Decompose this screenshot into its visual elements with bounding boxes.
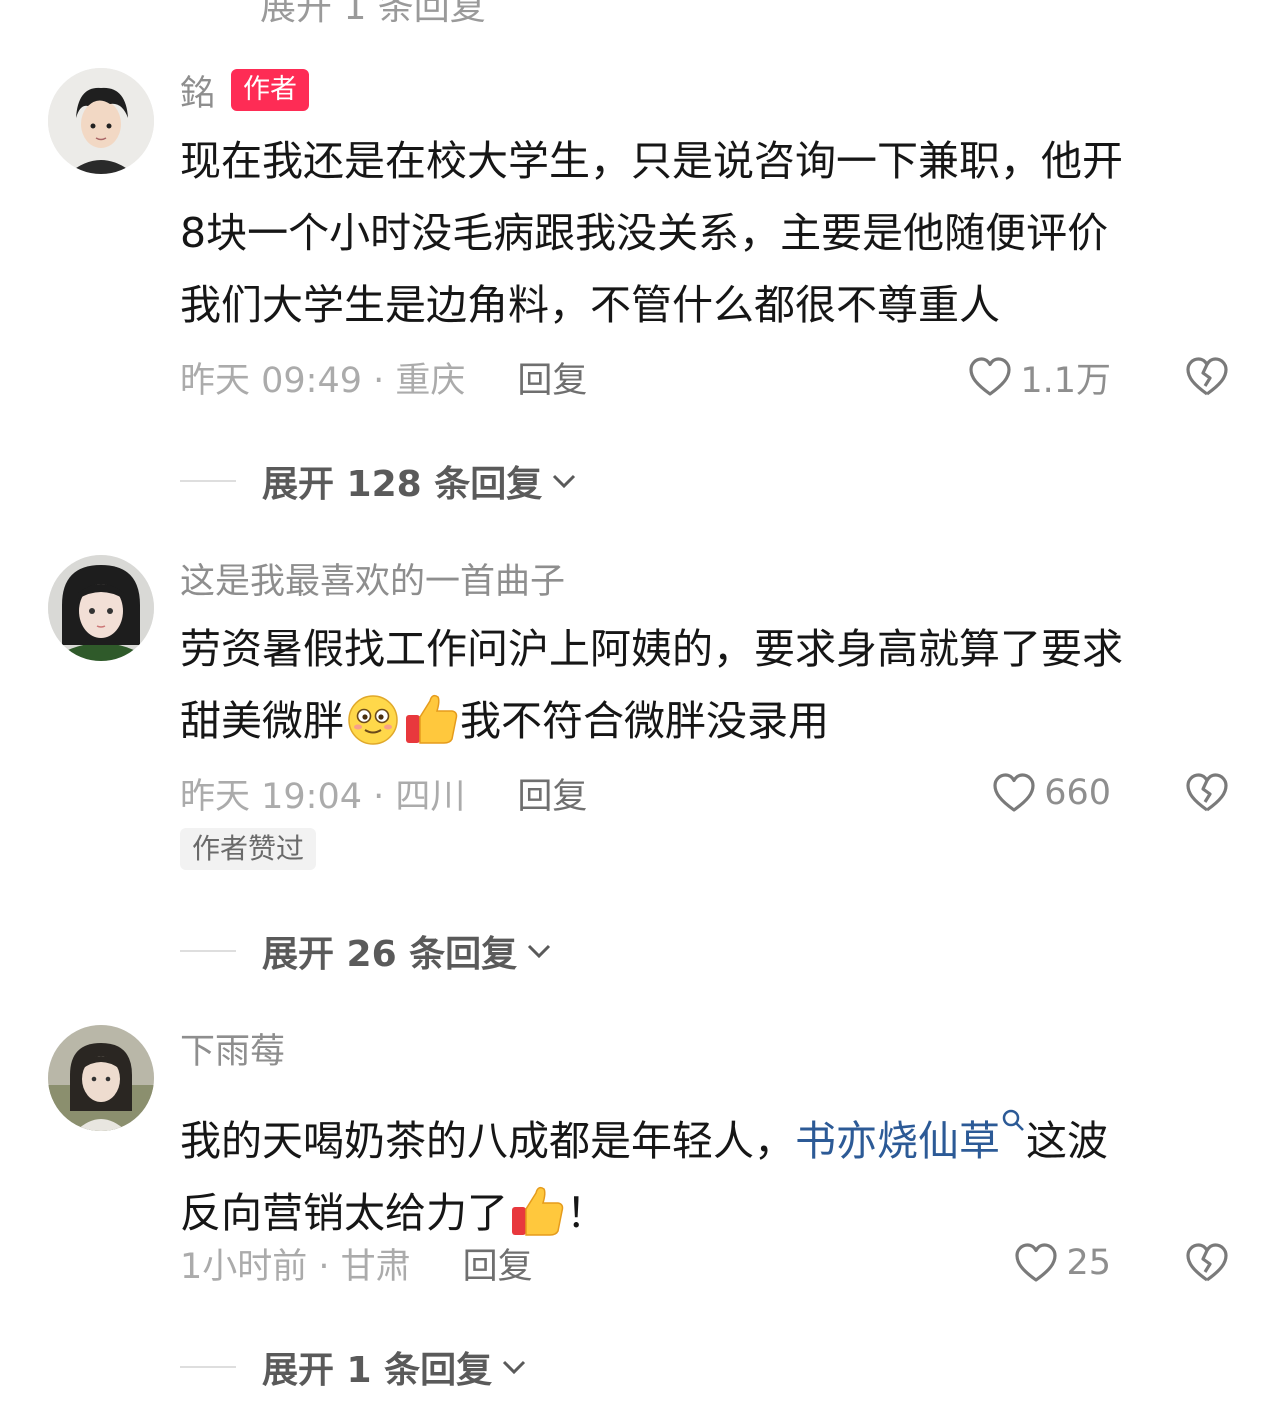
author-badge: 作者: [231, 69, 310, 111]
avatar[interactable]: [48, 555, 154, 661]
broken-heart-icon[interactable]: [1183, 769, 1231, 817]
search-link[interactable]: 书亦烧仙草: [795, 1117, 1000, 1165]
comment-line: 劳资暑假找工作问沪上阿姨的，要求身高就算了要求: [180, 625, 1123, 673]
like-count: 25: [1066, 1243, 1111, 1283]
comment-fragment: 我的天喝奶茶的八成都是年轻人，: [180, 1117, 795, 1165]
username[interactable]: 銘: [180, 65, 215, 116]
avatar[interactable]: [48, 68, 154, 174]
comment-line: 现在我还是在校大学生，只是说咨询一下兼职，他开: [180, 137, 1123, 185]
user-row: 下雨莓: [180, 1026, 285, 1072]
comment-meta: 昨天 09:49 · 重庆 回复 1.1万: [180, 352, 1279, 402]
chevron-down-icon: [503, 1360, 526, 1375]
chevron-down-icon: [553, 474, 576, 489]
comment-fragment: 反向营销太给力了: [180, 1189, 508, 1237]
expand-replies-label: 展开 128 条回复: [262, 464, 543, 505]
thumbs-up-emoji-icon: [402, 689, 460, 747]
like-count: 1.1万: [1020, 360, 1111, 401]
expand-replies[interactable]: 展开 1 条回复: [180, 1341, 532, 1393]
username[interactable]: 下雨莓: [180, 1023, 285, 1074]
heart-outline-icon: [1015, 1243, 1058, 1282]
user-row: 銘 作者: [180, 68, 310, 114]
comment-line: 甜美微胖 我不符合微胖没录用: [180, 685, 1230, 757]
time-location: 昨天 09:49 · 重庆: [180, 360, 466, 401]
comment-fragment: 我不符合微胖没录用: [460, 697, 829, 745]
comment-fragment: 这波: [1026, 1117, 1108, 1165]
comment-fragment: ！: [566, 1189, 607, 1237]
expand-replies[interactable]: 展开 128 条回复: [180, 455, 582, 507]
reply-button[interactable]: 回复: [517, 768, 587, 819]
expand-replies-label: 展开 26 条回复: [262, 934, 518, 975]
time-location: 昨天 19:04 · 四川: [180, 776, 466, 817]
partial-expand-replies[interactable]: 展开 1 条回复: [260, 0, 486, 30]
comment-text[interactable]: 劳资暑假找工作问沪上阿姨的，要求身高就算了要求 甜美微胖 我不符合微胖没录用: [180, 613, 1230, 757]
thumbs-up-emoji-icon: [508, 1181, 566, 1239]
divider: [180, 480, 236, 482]
time-location: 1小时前 · 甘肃: [180, 1246, 411, 1287]
user-row: 这是我最喜欢的一首曲子: [180, 556, 565, 602]
comment-fragment: 甜美微胖: [180, 697, 344, 745]
reply-button[interactable]: 回复: [517, 352, 587, 403]
author-liked-badge: 作者赞过: [180, 828, 317, 870]
comment-text[interactable]: 现在我还是在校大学生，只是说咨询一下兼职，他开 8块一个小时没毛病跟我没关系，主…: [180, 125, 1230, 341]
expand-replies-label: 展开 1 条回复: [262, 1350, 493, 1391]
like-count: 660: [1044, 773, 1111, 813]
comment-line: 我们大学生是边角料，不管什么都很不尊重人: [180, 281, 1000, 329]
like-button[interactable]: 1.1万: [966, 352, 1111, 403]
comment-line: 8块一个小时没毛病跟我没关系，主要是他随便评价: [180, 209, 1109, 257]
heart-outline-icon: [969, 357, 1011, 396]
chevron-down-icon: [528, 944, 551, 959]
search-mini-icon[interactable]: [1000, 1083, 1026, 1131]
comment-text[interactable]: 我的天喝奶茶的八成都是年轻人，书亦烧仙草 这波 反向营销太给力了 ！: [180, 1083, 1230, 1249]
comment-meta: 1小时前 · 甘肃 回复 25: [180, 1238, 1279, 1288]
expand-replies[interactable]: 展开 26 条回复: [180, 925, 557, 977]
broken-heart-icon[interactable]: [1183, 353, 1231, 401]
reply-button[interactable]: 回复: [463, 1238, 533, 1289]
comment-meta: 昨天 19:04 · 四川 回复 660: [180, 768, 1279, 818]
divider: [180, 1366, 236, 1368]
like-button[interactable]: 660: [990, 769, 1111, 817]
broken-heart-icon[interactable]: [1183, 1239, 1231, 1287]
like-button[interactable]: 25: [1012, 1239, 1111, 1287]
comment-line: 我的天喝奶茶的八成都是年轻人，书亦烧仙草 这波: [180, 1083, 1230, 1177]
username[interactable]: 这是我最喜欢的一首曲子: [180, 553, 565, 604]
smile-emoji-icon: [344, 689, 402, 747]
divider: [180, 950, 236, 952]
avatar[interactable]: [48, 1025, 154, 1131]
heart-outline-icon: [993, 773, 1035, 812]
